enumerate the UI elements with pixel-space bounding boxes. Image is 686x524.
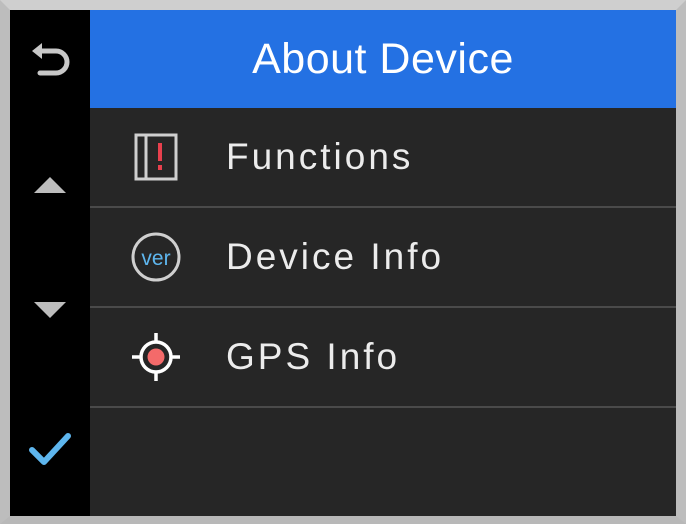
version-icon: ver: [126, 227, 186, 287]
triangle-up-icon: [34, 177, 66, 193]
page-title-bar: About Device: [90, 10, 676, 108]
device-screen-frame: About Device Functions ver Device Info G…: [0, 0, 686, 524]
checkmark-icon: [29, 433, 71, 465]
menu-item-functions[interactable]: Functions: [90, 108, 676, 208]
menu-item-label: Device Info: [226, 236, 445, 277]
back-button[interactable]: [10, 28, 90, 98]
menu-item-label: Functions: [226, 136, 414, 177]
scroll-up-button[interactable]: [10, 150, 90, 220]
sidebar-controls: [10, 10, 90, 516]
main-panel: About Device Functions ver Device Info G…: [90, 10, 676, 516]
menu-item-device-info[interactable]: ver Device Info: [90, 208, 676, 308]
back-arrow-icon: [32, 43, 70, 76]
version-icon-text: ver: [141, 247, 170, 270]
alert-panel-icon: [126, 127, 186, 187]
scroll-down-button[interactable]: [10, 275, 90, 345]
menu-item-gps-info[interactable]: GPS Info: [90, 308, 676, 408]
menu-item-label: GPS Info: [226, 336, 401, 377]
triangle-down-icon: [34, 302, 66, 318]
confirm-button[interactable]: [10, 415, 90, 485]
page-title: About Device: [252, 34, 514, 83]
gps-target-icon: [126, 327, 186, 387]
device-screen: About Device Functions ver Device Info G…: [10, 10, 676, 516]
